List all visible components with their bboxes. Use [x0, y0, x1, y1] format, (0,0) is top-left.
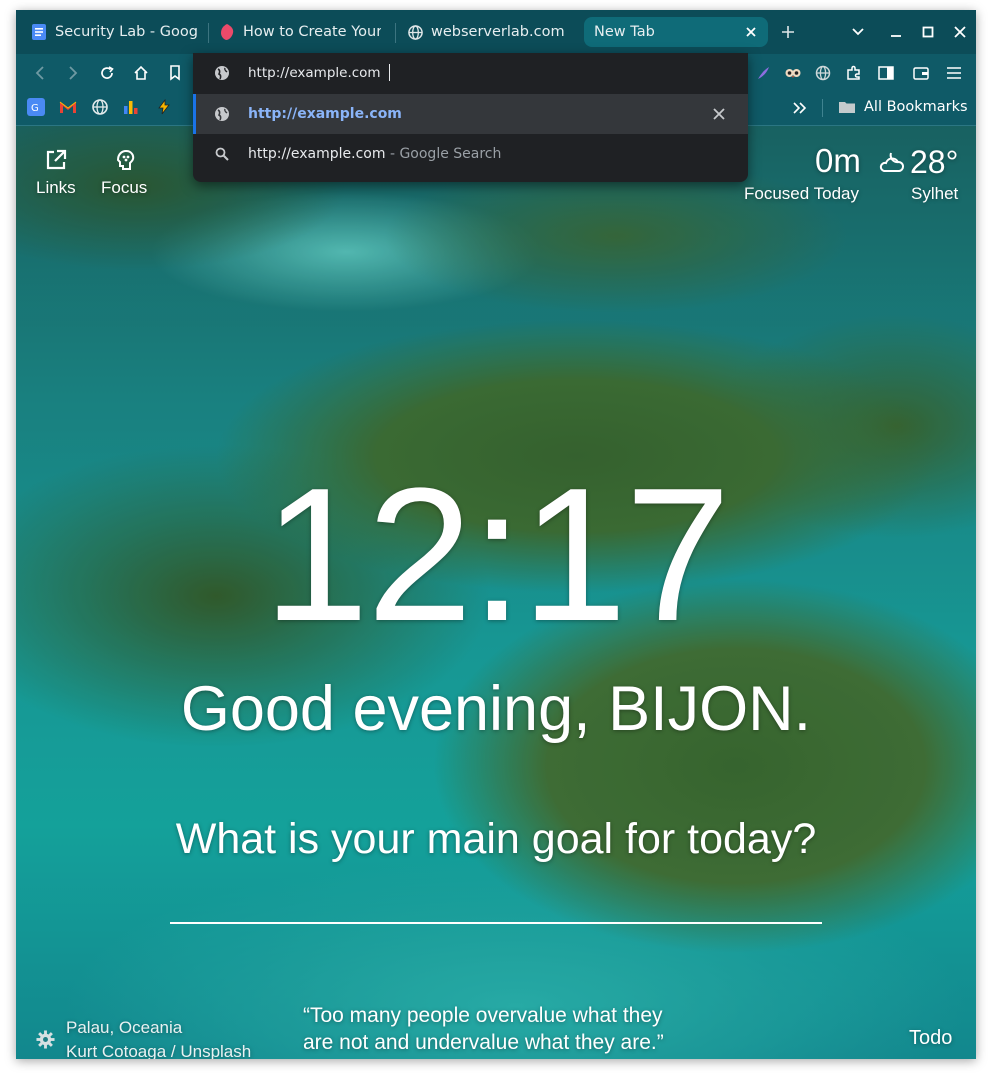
tab-strip: Security Lab - Google Docs How to Create…	[16, 10, 976, 54]
partly-cloudy-night-icon	[877, 149, 907, 179]
weather-widget[interactable]: 28° Sylhet	[874, 134, 974, 204]
all-bookmarks-button[interactable]: All Bookmarks	[838, 99, 968, 115]
search-icon	[214, 146, 230, 162]
site-info-globe-icon[interactable]	[214, 65, 230, 85]
quote-line-1: “Too many people overvalue what they	[303, 1004, 663, 1027]
suggestion-engine: - Google Search	[385, 146, 502, 162]
close-tab-icon[interactable]	[744, 25, 758, 39]
globe-icon	[407, 24, 423, 40]
text-caret	[389, 64, 390, 81]
tab-new-tab[interactable]: New Tab	[584, 17, 768, 47]
google-translate-bookmark-icon[interactable]: G	[27, 98, 45, 116]
wallet-icon[interactable]	[911, 63, 931, 83]
todo-button[interactable]: Todo	[909, 1027, 952, 1050]
new-tab-background: Links Focus 0m Focused Today 28° Sylhet …	[16, 126, 976, 1059]
photo-location[interactable]: Palau, Oceania	[66, 1018, 182, 1038]
bookmark-icon[interactable]	[165, 63, 185, 83]
external-link-icon	[44, 148, 68, 176]
settings-gear-icon[interactable]	[36, 1030, 55, 1053]
tab-label: New Tab	[594, 24, 655, 40]
bookmarks-divider	[822, 99, 823, 117]
globe-bookmark-icon[interactable]	[91, 98, 109, 116]
suggestion-search-text: http://example.com - Google Search	[248, 146, 501, 162]
omnibox[interactable]	[193, 53, 748, 93]
more-bookmarks-chevrons-icon[interactable]	[790, 98, 810, 118]
remove-suggestion-icon[interactable]	[712, 107, 726, 125]
back-icon[interactable]	[30, 63, 50, 83]
omnibox-suggestion-search[interactable]: http://example.com - Google Search	[193, 134, 748, 174]
focused-today-widget[interactable]: 0m Focused Today	[736, 134, 866, 204]
weather-city: Sylhet	[911, 184, 959, 203]
focus-button[interactable]: Focus	[100, 146, 152, 202]
feather-extension-icon[interactable]	[753, 63, 773, 83]
focused-time-value: 0m	[815, 142, 861, 179]
main-goal-prompt: What is your main goal for today?	[175, 815, 817, 863]
extensions-puzzle-icon[interactable]	[844, 63, 864, 83]
maximize-icon[interactable]	[917, 21, 939, 43]
tab-security-lab[interactable]: Security Lab - Google Docs	[16, 17, 206, 47]
photo-credit[interactable]: Kurt Cotoaga / Unsplash	[66, 1042, 251, 1059]
tab-label: webserverlab.com	[431, 24, 565, 40]
tab-how-to-create[interactable]: How to Create Your Own	[204, 17, 394, 47]
focused-today-label: Focused Today	[744, 184, 859, 203]
svg-text:G: G	[31, 103, 39, 114]
tab-label: How to Create Your Own	[243, 24, 381, 40]
suggestion-url: http://example.com	[248, 106, 402, 122]
translate-globe-icon[interactable]	[813, 63, 833, 83]
minimize-icon[interactable]	[885, 21, 907, 43]
menu-icon[interactable]	[944, 63, 964, 83]
home-icon[interactable]	[131, 63, 151, 83]
browser-window: Security Lab - Google Docs How to Create…	[16, 10, 976, 1059]
all-bookmarks-label: All Bookmarks	[864, 99, 968, 115]
focus-label: Focus	[101, 178, 148, 197]
links-label: Links	[36, 178, 76, 197]
greeting: Good evening, BIJON.	[180, 674, 812, 744]
tab-search-chevron-down-icon[interactable]	[847, 21, 869, 43]
quote-line-2: are not and undervalue what they are.”	[303, 1031, 664, 1054]
google-docs-icon	[31, 24, 47, 40]
close-window-icon[interactable]	[949, 21, 971, 43]
app-favicon-icon	[219, 24, 235, 40]
links-button[interactable]: Links	[34, 146, 78, 202]
brain-head-icon	[113, 148, 137, 176]
analytics-bookmark-icon[interactable]	[122, 98, 140, 116]
selection-accent-bar	[193, 94, 196, 134]
main-goal-input-underline[interactable]	[170, 922, 822, 924]
omnibox-dropdown: http://example.com http://example.com - …	[193, 53, 748, 182]
new-tab-button[interactable]	[777, 21, 799, 43]
more-options-icon[interactable]	[264, 1049, 278, 1059]
omnibox-suggestion-selected[interactable]: http://example.com	[193, 94, 748, 134]
tab-label: Security Lab - Google Docs	[55, 24, 197, 40]
forward-icon[interactable]	[63, 63, 83, 83]
tab-webserverlab[interactable]: webserverlab.com	[392, 17, 582, 47]
gmail-bookmark-icon[interactable]	[59, 98, 77, 116]
clock: 12:17	[263, 449, 730, 661]
globe-icon	[214, 106, 230, 122]
omnibox-input[interactable]	[248, 63, 718, 83]
reload-icon[interactable]	[97, 63, 117, 83]
folder-icon	[838, 100, 856, 114]
side-panel-icon[interactable]	[876, 63, 896, 83]
owl-extension-icon[interactable]	[783, 63, 803, 83]
lightning-bookmark-icon[interactable]	[155, 98, 173, 116]
suggestion-query: http://example.com	[248, 146, 386, 162]
temperature-value: 28°	[910, 144, 959, 180]
